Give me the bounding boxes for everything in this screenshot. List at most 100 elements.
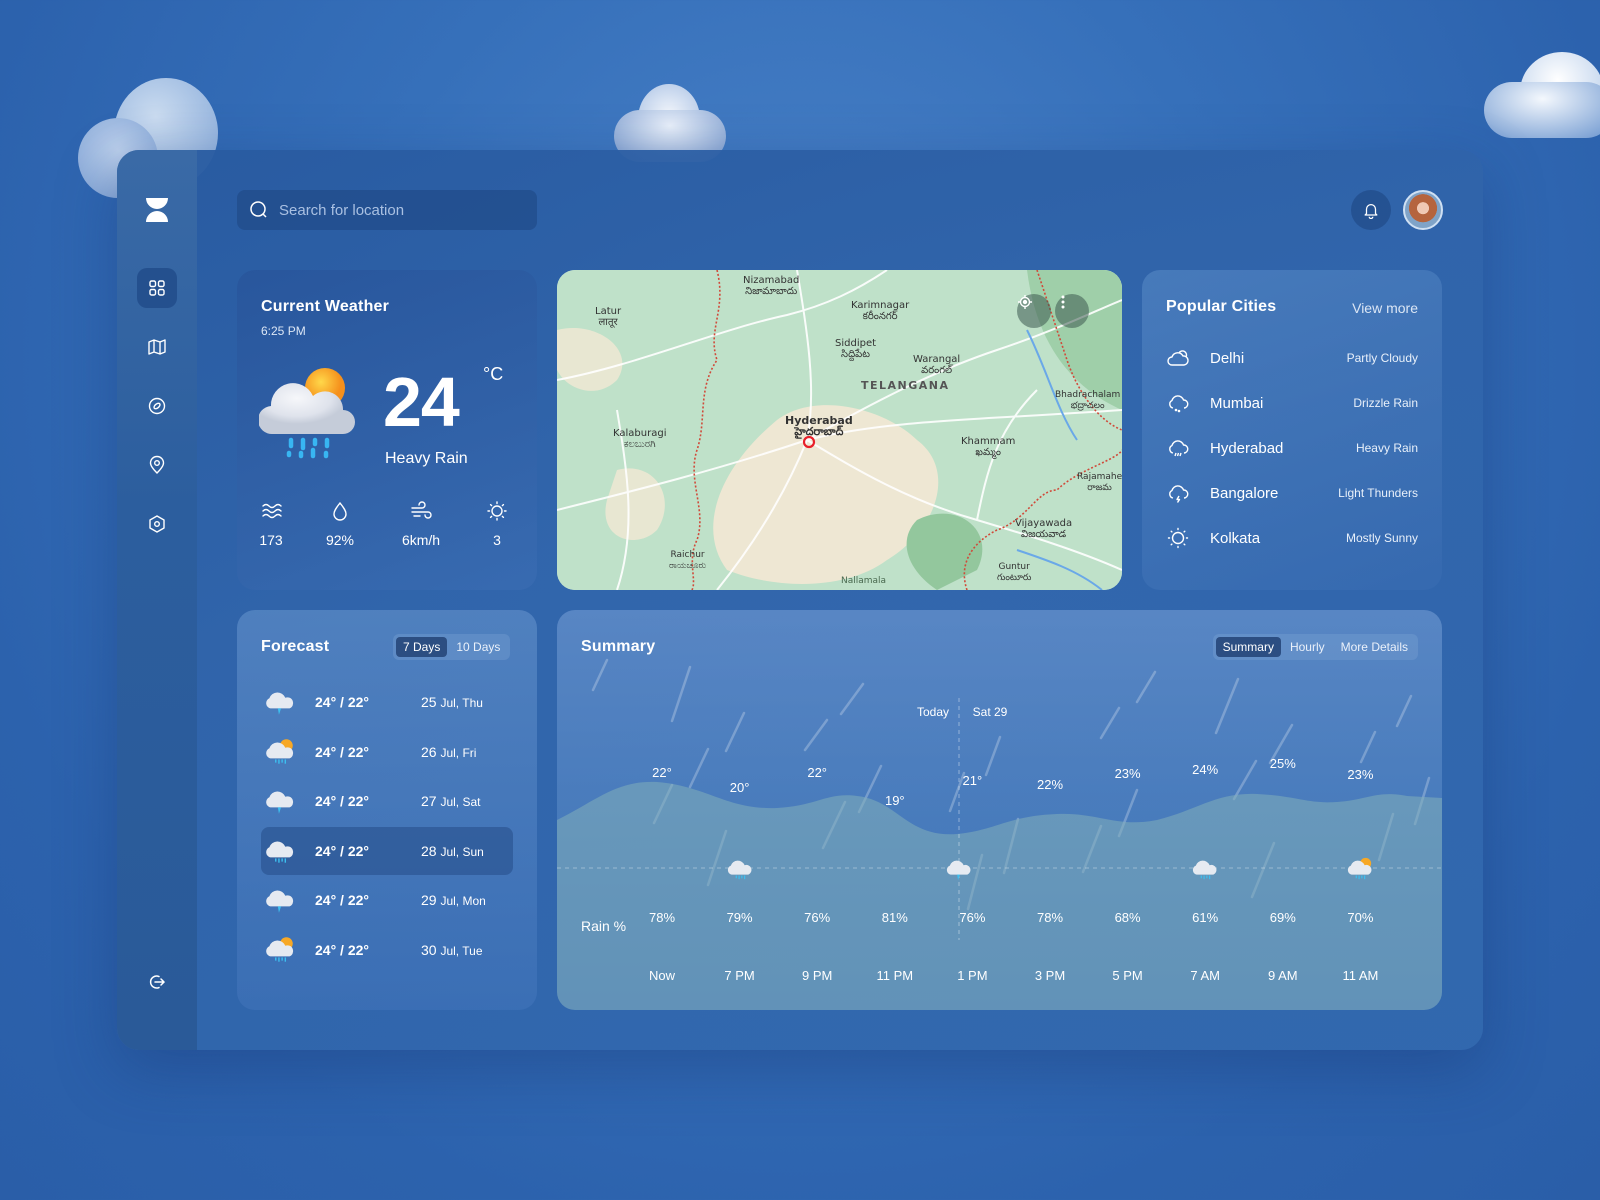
sun-rain-cloud-icon [1345,856,1375,882]
current-time: 6:25 PM [261,324,306,338]
search-icon [250,201,267,218]
summary-rain-value: 78% [1036,910,1064,925]
forecast-title: Forecast [261,638,330,655]
summary-time-label: 11 PM [876,968,914,983]
rain-cloud-icon [263,836,297,866]
city-name: Delhi [1210,349,1245,367]
app-logo-icon [146,198,168,222]
thunder-icon [1169,485,1189,503]
forecast-row[interactable]: 24° / 22° 29 Jul, Mon [261,876,513,924]
logout-icon [149,975,166,989]
thunder-cloud-icon [944,856,974,882]
compass-icon [148,397,166,415]
city-condition: Mostly Sunny [1345,531,1418,545]
forecast-row[interactable]: 24° / 22° 27 Jul, Sat [261,777,513,825]
rain-streak [1359,730,1377,764]
map-label-guntur: Guntur గుంటూరు [997,562,1032,583]
summary-top-value: 24% [1192,762,1219,777]
city-row[interactable]: Mumbai Drizzle Rain [1166,388,1418,418]
city-name: Bangalore [1210,484,1279,502]
map-view[interactable]: Nizamabad నిజామాబాదు Latur लातूर Karimnaga… [557,270,1122,590]
map-label-telangana: TELANGANA [861,379,950,392]
next-day-label: Sat 29 [972,705,1008,719]
rain-streak [1395,694,1413,728]
summary-rain-value: 70% [1347,910,1374,925]
city-row[interactable]: Kolkata Mostly Sunny [1166,523,1418,553]
forecast-row[interactable]: 24° / 22° 26 Jul, Fri [261,728,513,776]
city-row[interactable]: Hyderabad Heavy Rain [1166,433,1418,463]
sidebar-item-map[interactable] [137,327,177,367]
forecast-date: 25 Jul, Thu [421,694,483,710]
sidebar-item-explore[interactable] [137,386,177,426]
location-pin-icon [149,455,165,474]
forecast-temps: 24° / 22° [315,694,370,710]
map-locate-button[interactable] [1017,294,1051,328]
sidebar-item-settings[interactable] [137,504,177,544]
forecast-date: 26 Jul, Fri [421,743,477,760]
tab-hourly[interactable]: Hourly [1283,637,1332,657]
map-more-button[interactable] [1055,294,1089,328]
today-label: Today [916,705,950,719]
summary-top-value: 22° [652,765,672,780]
summary-time-label: 7 PM [724,968,755,983]
summary-rain-value: 78% [648,910,676,925]
tab-summary[interactable]: Summary [1215,637,1281,657]
map-label-karimnagar: Karimnagar కరీంనగర్ [851,300,910,322]
current-weather-card: Current Weather 6:25 PM 24 °C Heavy Rain… [237,270,537,590]
city-condition: Partly Cloudy [1346,351,1418,365]
city-row[interactable]: Delhi Partly Cloudy [1166,343,1418,373]
summary-rain-value: 76% [959,910,986,925]
forecast-temps: 24° / 22° [315,793,370,810]
view-more-link[interactable]: View more [1352,300,1418,316]
city-row[interactable]: Bangalore Light Thunders [1166,478,1418,508]
stat-value: 92% [325,532,355,548]
summary-time-label: 1 PM [957,968,988,983]
heavy-rain-sun-icon [259,368,355,459]
notifications-button[interactable] [1351,190,1391,230]
map-label-rajamahendravaram: Rajamahe రాజమ [1077,472,1122,493]
city-name: Mumbai [1210,394,1264,412]
partly-cloudy-icon [1167,350,1189,366]
stat-value: 6km/h [401,532,441,548]
sidebar-item-dashboard[interactable] [137,268,177,308]
forecast-row[interactable]: 24° / 22° 30 Jul, Tue [261,926,513,974]
summary-rain-value: 76% [804,910,831,925]
rain-cloud-icon [725,856,755,882]
city-name: Hyderabad [1210,439,1284,457]
summary-view-toggle: Summary Hourly More Details [1212,634,1418,660]
stat-wind: 6km/h [391,500,451,550]
waves-icon [262,503,282,519]
sun-icon [1167,527,1189,549]
summary-top-value: 19° [884,793,905,808]
map-label-bhadrachalam: Bhadrachalam భద్రాచలం [1055,390,1121,411]
forecast-temps: 24° / 22° [315,892,370,909]
hexagon-settings-icon [149,515,165,533]
user-avatar[interactable] [1403,190,1443,230]
tab-10-days[interactable]: 10 Days [449,637,507,657]
current-weather-title: Current Weather [261,298,390,315]
map-label-khammam: Khammam ఖమ్మం [961,436,1016,458]
summary-rain-value: 68% [1114,910,1141,925]
summary-rain-value: 61% [1192,910,1219,925]
rain-cloud-icon [1190,856,1220,882]
map-label-latur: Latur लातूर [595,306,622,328]
logout-button[interactable] [137,962,177,1002]
forecast-date: 29 Jul, Mon [421,892,486,909]
summary-top-value: 22° [807,765,828,780]
search-bar[interactable] [237,190,537,230]
tab-more-details[interactable]: More Details [1334,637,1415,657]
search-input[interactable] [279,201,519,219]
map-label-kalaburagi: Kalaburagi ಕಲಬುರಗಿ [613,428,667,450]
current-condition: Heavy Rain [385,450,468,467]
tab-7-days[interactable]: 7 Days [396,637,448,657]
map-label-siddipet: Siddipet సిద్దిపేట [835,338,877,360]
forecast-row[interactable]: 24° / 22° 25 Jul, Thu [261,678,513,726]
summary-top-value: 23% [1114,766,1141,781]
forecast-temps: 24° / 22° [315,842,370,859]
forecast-temps: 24° / 22° [315,743,370,760]
sidebar-item-location[interactable] [137,445,177,485]
forecast-row[interactable]: 24° / 22° 28 Jul, Sun [261,826,513,875]
map-label-nallamala: Nallamala [841,576,887,586]
summary-top-value: 20° [729,780,750,795]
temperature-unit: °C [483,364,504,384]
